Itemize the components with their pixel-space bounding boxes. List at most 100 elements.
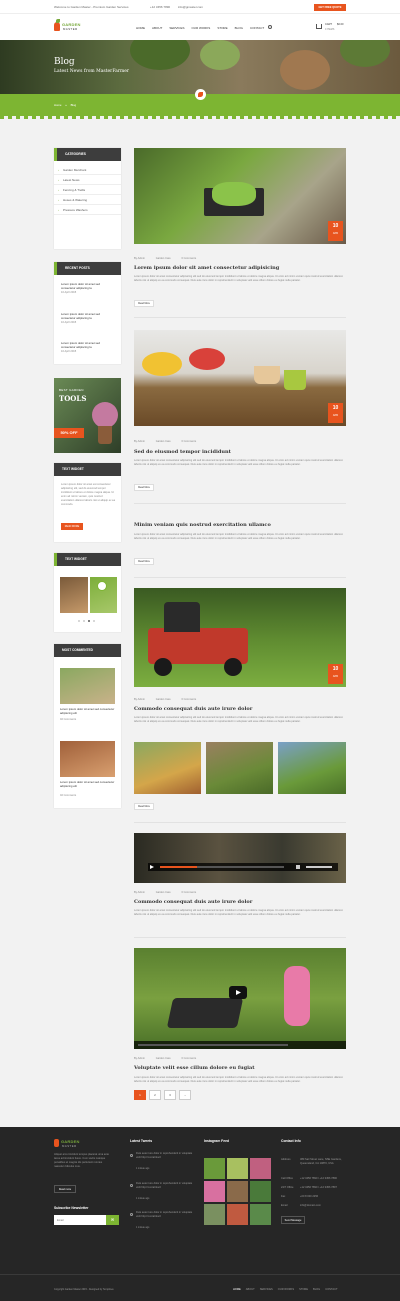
read-more-button[interactable]: Read More [134,558,154,565]
recent-post-item[interactable]: Lorem ipsum dolor sit amet sed consectet… [61,282,115,294]
nav-our-works[interactable]: OUR WORKS [191,26,210,30]
volume-icon[interactable] [296,865,300,869]
post-audio-image[interactable] [134,833,346,883]
nav-blog[interactable]: BLOG [235,26,243,30]
audio-player[interactable] [148,863,338,871]
page-1-button[interactable]: 1 [134,1090,146,1100]
recent-post-title[interactable]: Lorem ipsum dolor sit amet sed consectet… [61,341,115,349]
read-more-button[interactable]: Read More [134,803,154,810]
slider-dots[interactable] [78,620,98,623]
instagram-photo[interactable] [250,1204,271,1225]
category-item[interactable]: Latest News [54,175,121,185]
send-message-button[interactable]: Send Message [281,1216,305,1224]
read-more-button[interactable]: READ MORE [61,523,83,530]
instagram-photo[interactable] [250,1158,271,1179]
instagram-photo[interactable] [250,1181,271,1202]
footer-read-more-button[interactable]: Read more [54,1185,76,1193]
footer-nav-our-works[interactable]: OUR WORKS [278,1288,294,1291]
email-link[interactable]: info@gmaster.com [178,5,203,9]
cart-icon[interactable] [316,24,322,29]
footer-logo-bottom[interactable]: MASTER [62,1144,77,1148]
category-item[interactable]: Pressure Washers [54,205,121,215]
footer-nav-home[interactable]: HOME [233,1288,241,1291]
most-post-title[interactable]: Lorem ipsum dolor sit amet sed consectet… [60,707,115,715]
post-title[interactable]: Voluptate velit esse cillum dolore eu fu… [134,1065,255,1071]
post-author[interactable]: By Admin [134,1057,145,1060]
instagram-photo[interactable] [227,1158,248,1179]
contact-email[interactable]: info@domain.com [300,1204,348,1208]
post-comments[interactable]: 0 Comments [181,698,196,701]
post-comments[interactable]: 0 Comments [181,257,196,260]
most-post-title[interactable]: Lorem ipsum dolor sit amet sed consectet… [60,780,115,788]
post-featured-image[interactable]: 10 APR [134,588,346,687]
post-thumbnail[interactable] [60,668,115,704]
post-comments[interactable]: 0 Comments [181,891,196,894]
instagram-photo[interactable] [227,1204,248,1225]
post-featured-image[interactable]: 10 APR [134,148,346,244]
category-item[interactable]: Hoses & Watering [54,195,121,205]
nav-store[interactable]: STORE [217,26,227,30]
post-title[interactable]: Commodo consequat duis aute irure dolor [134,706,252,712]
newsletter-submit-button[interactable]: ✉ [106,1215,119,1225]
tweet-text[interactable]: Duis aute irure dolor in reprehenderit i… [136,1182,194,1190]
search-icon[interactable] [268,25,272,29]
gallery-image[interactable] [134,742,201,794]
tweet-text[interactable]: Duis aute irure dolor in reprehenderit i… [136,1211,194,1219]
promo-banner[interactable]: BEST GARDEN TOOLS 50% OFF [54,378,121,453]
breadcrumb-home[interactable]: Home [54,103,61,107]
instagram-photo[interactable] [204,1181,225,1202]
video-progress-track[interactable] [138,1044,288,1046]
gallery-image[interactable] [206,742,273,794]
category-item[interactable]: Garden Merchant [54,165,121,175]
post-featured-image[interactable]: 10 APR [134,330,346,426]
audio-progress-track[interactable] [160,866,284,868]
get-free-quote-button[interactable]: GET FREE QUOTE [314,4,346,11]
nav-about[interactable]: ABOUT [152,26,162,30]
tweet-text[interactable]: Duis aute irure dolor in reprehenderit i… [136,1152,194,1160]
newsletter-email-input[interactable] [54,1215,106,1225]
post-thumbnail[interactable] [60,741,115,777]
post-comments[interactable]: 0 Comments [181,1057,196,1060]
gallery-image[interactable] [278,742,346,794]
recent-post-item[interactable]: Lorem ipsum dolor sit amet sed consectet… [61,341,115,353]
post-category[interactable]: Garden Care [156,257,171,260]
post-author[interactable]: By Admin [134,257,145,260]
post-category[interactable]: Garden Care [156,440,171,443]
nav-home[interactable]: HOME [136,26,145,30]
post-category[interactable]: Garden Care [156,1057,171,1060]
video-play-button[interactable] [229,986,247,999]
next-page-button[interactable]: → [179,1090,191,1100]
footer-nav-store[interactable]: STORE [299,1288,308,1291]
video-controls[interactable] [134,1041,346,1049]
footer-nav-about[interactable]: ABOUT [246,1288,255,1291]
cart-label[interactable]: CART [325,23,332,26]
post-title[interactable]: Sed do eiusmod tempor incididunt [134,449,231,455]
read-more-button[interactable]: Read More [134,484,154,491]
instagram-photo[interactable] [204,1204,225,1225]
footer-nav-contact[interactable]: CONTACT [325,1288,337,1291]
post-category[interactable]: Garden Care [156,698,171,701]
recent-post-item[interactable]: Lorem ipsum dolor sit amet sed consectet… [61,312,115,324]
logo-text-bottom[interactable]: MASTER [63,27,78,31]
recent-post-title[interactable]: Lorem ipsum dolor sit amet sed consectet… [61,312,115,320]
post-comments[interactable]: 0 Comments [181,440,196,443]
nav-contact[interactable]: CONTACT [250,26,264,30]
post-video[interactable] [134,948,346,1049]
instagram-photo[interactable] [227,1181,248,1202]
footer-nav-blog[interactable]: BLOG [313,1288,320,1291]
post-title[interactable]: Lorem ipsum dolor sit amet consectetur a… [134,265,279,271]
post-title[interactable]: Commodo consequat duis aute irure dolor [134,899,252,905]
read-more-button[interactable]: Read More [134,300,154,307]
post-author[interactable]: By Admin [134,698,145,701]
post-author[interactable]: By Admin [134,440,145,443]
volume-slider[interactable] [306,866,332,868]
post-title[interactable]: Minim veniam quis nostrud exercitation u… [134,522,271,528]
play-icon[interactable] [150,865,154,869]
instagram-photo[interactable] [204,1158,225,1179]
recent-post-title[interactable]: Lorem ipsum dolor sit amet sed consectet… [61,282,115,290]
post-category[interactable]: Garden Care [156,891,171,894]
category-item[interactable]: Fencing & Trellis [54,185,121,195]
page-2-button[interactable]: 2 [149,1090,161,1100]
footer-nav-services[interactable]: SERVICES [260,1288,273,1291]
post-author[interactable]: By Admin [134,891,145,894]
